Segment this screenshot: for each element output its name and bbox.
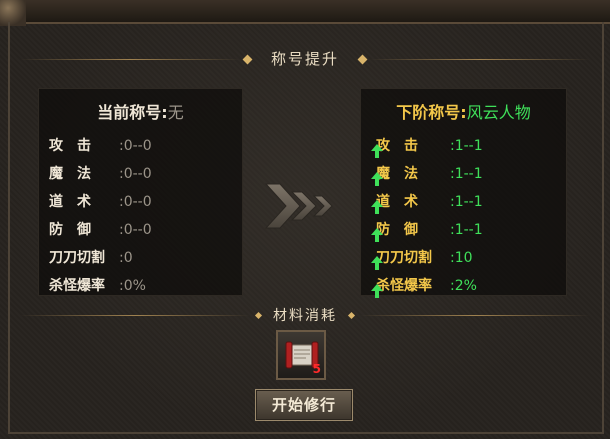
stat-value: :10 <box>450 250 473 266</box>
stat-row: 刀刀切割 :0 <box>49 247 133 267</box>
current-title-value: 无 <box>167 103 184 122</box>
stat-value: :0--0 <box>119 222 152 238</box>
stat-row: 魔 法 :0--0 <box>49 163 152 183</box>
stat-label: 道 术 <box>49 194 91 210</box>
stat-row: 魔 法 :1--1 <box>371 163 483 186</box>
stat-value: :0% <box>119 278 146 294</box>
stat-row: 道 术 :1--1 <box>371 191 483 214</box>
stat-value: :0 <box>119 250 133 266</box>
stat-row: 攻 击 :0--0 <box>49 135 152 155</box>
stat-value: :0--0 <box>119 166 152 182</box>
window-top-frame <box>0 0 610 24</box>
section-title-upgrade: 称号提升 <box>0 48 610 69</box>
material-count: 5 <box>312 362 321 376</box>
stat-value: :1--1 <box>450 138 483 154</box>
section-title-text: 材料消耗 <box>273 308 337 324</box>
diamond-ornament-left <box>242 54 253 65</box>
next-title-label: 下阶称号 <box>396 103 461 122</box>
stat-value: :0--0 <box>119 194 152 210</box>
stat-value: :1--1 <box>450 194 483 210</box>
stat-label: 杀怪爆率 <box>49 278 105 294</box>
next-title-box: 下阶称号:风云人物 攻 击 :1--1 魔 法 :1--1 道 术 :1--1 防 御… <box>360 88 567 298</box>
stat-row: 防 御 :0--0 <box>49 219 152 239</box>
material-slot[interactable]: 5 <box>276 330 326 380</box>
stat-row: 刀刀切割 :10 <box>371 247 473 270</box>
stat-label: 刀刀切割 <box>49 250 105 266</box>
stat-row: 杀怪爆率 :0% <box>49 275 146 295</box>
current-title-box: 当前称号:无 攻 击 :0--0 魔 法 :0--0 道 术 :0--0 防 御 :0-… <box>38 88 243 296</box>
diamond-ornament-right <box>357 54 368 65</box>
stat-value: :0--0 <box>119 138 152 154</box>
stat-value: :1--1 <box>450 222 483 238</box>
divider-line-left <box>20 59 240 60</box>
stat-label: 攻 击 <box>376 138 418 154</box>
stat-row: 道 术 :0--0 <box>49 191 152 211</box>
section-title-text: 称号提升 <box>270 50 339 68</box>
stat-label: 魔 法 <box>376 166 418 182</box>
stat-label: 刀刀切割 <box>376 250 432 266</box>
stat-label: 魔 法 <box>49 166 91 182</box>
start-training-button[interactable]: 开始修行 <box>255 389 353 421</box>
divider-line-right <box>370 59 590 60</box>
stat-label: 杀怪爆率 <box>376 278 432 294</box>
stat-row: 防 御 :1--1 <box>371 219 483 242</box>
stat-label: 道 术 <box>376 194 418 210</box>
diamond-ornament-right <box>347 311 356 320</box>
stat-value: :2% <box>450 278 477 294</box>
stat-row: 杀怪爆率 :2% <box>371 275 477 298</box>
divider-line-left <box>20 315 250 316</box>
stat-label: 攻 击 <box>49 138 91 154</box>
diamond-ornament-left <box>254 311 263 320</box>
chevron-large-icon <box>264 183 301 229</box>
stat-row: 攻 击 :1--1 <box>371 135 483 158</box>
current-title-label: 当前称号 <box>97 103 162 122</box>
stat-value: :1--1 <box>450 166 483 182</box>
section-title-materials: 材料消耗 <box>0 305 610 325</box>
next-title-header: 下阶称号:风云人物 <box>361 99 566 123</box>
upgrade-arrows-icon <box>264 183 333 229</box>
title-upgrade-panel: 称号提升 当前称号:无 攻 击 :0--0 魔 法 :0--0 道 术 :0--0 防… <box>0 0 610 439</box>
current-title-header: 当前称号:无 <box>39 99 242 123</box>
divider-line-right <box>360 315 590 316</box>
stat-label: 防 御 <box>376 222 418 238</box>
stat-label: 防 御 <box>49 222 91 238</box>
next-title-value: 风云人物 <box>466 103 531 122</box>
